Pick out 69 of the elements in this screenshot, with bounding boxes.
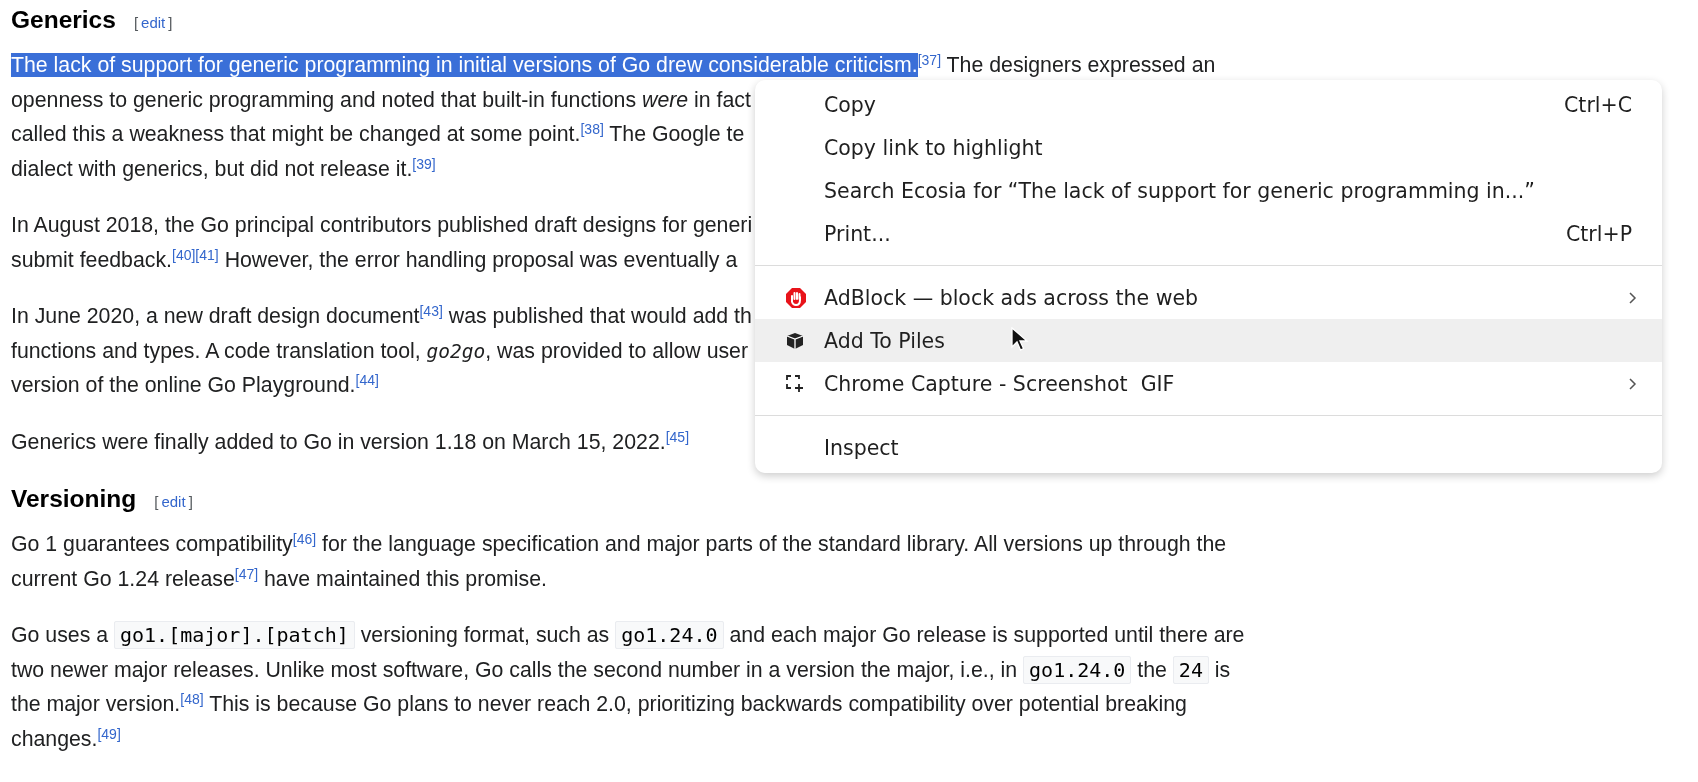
menu-item[interactable]: Add To Piles [755,319,1662,362]
citation-link[interactable]: [39] [412,155,436,172]
text: two newer major releases. Unlike most software, Go calls the second number in a version the major, i.e., in [11,657,1019,682]
menu-item[interactable]: AdBlock — block ads across the web [755,276,1662,319]
text: functions and types. A code translation tool, [11,338,422,363]
text: have maintained this promise. [263,566,547,591]
text: , was provided to allow user [485,338,749,363]
text: was published that would add th [447,304,752,328]
shortcut-text: Ctrl+C [1564,92,1632,117]
bracket: ] [168,14,173,31]
text: version of the online Go Playground. [11,373,356,397]
text: for the language specification and major parts of the standard library. All versions up through the [321,532,1227,556]
text: In August 2018, the Go principal contributors published draft designs for generi [11,213,753,237]
edit-link[interactable]: edit [161,493,186,510]
bracket: [ [133,14,139,31]
citation-link[interactable]: [43] [419,303,443,319]
text: the major version. [11,692,181,716]
text: the [1136,657,1168,682]
citation-link[interactable]: [40] [172,246,196,263]
text: current Go 1.24 release [11,566,235,591]
menu-item[interactable]: Copy Ctrl+C [755,83,1662,126]
text: dialect with generics, but did not release it. [11,156,413,181]
text: were [642,87,689,112]
selected-text: The lack of support for generic programming in initial versions of Go drew considerable criticism. [11,53,918,77]
citation-link[interactable]: [49] [97,725,121,742]
text: Go uses a [11,623,110,647]
stop-hand-icon [785,286,807,309]
text: submit feedback. [11,247,172,272]
citation-link[interactable]: [37] [917,52,942,68]
text: versioning format, such as [359,623,611,647]
citation-link[interactable]: [46] [292,531,317,547]
text: called this a weakness that might be changed at some point. [11,122,581,146]
edit-link[interactable]: edit [141,14,166,31]
text: Generics were finally added to Go in version 1.18 on March 15, 2022. [11,429,666,454]
text: The designers expressed an [945,53,1216,77]
inline-code: go1.24.0 [615,621,724,649]
text: is [1213,657,1231,682]
mouse-cursor-icon [1011,327,1029,353]
menu-item[interactable]: Search Ecosia for “The lack of support for generic programming in...” [755,169,1662,212]
capture-frame-icon [785,373,805,394]
inline-code: go1.[major].[patch] [114,621,355,649]
text: changes. [11,726,98,751]
citation-link[interactable]: [45] [665,428,690,445]
menu-item[interactable]: Copy link to highlight [755,126,1662,169]
citation-link[interactable]: [38] [580,121,604,137]
bracket: ] [188,493,193,510]
menu-item[interactable]: Inspect [755,426,1662,469]
citation-link[interactable]: [41] [195,246,219,263]
text: openness to generic programming and noted that built-in functions [11,87,638,112]
box-icon [785,330,805,351]
bracket: [ [154,493,159,510]
section-heading: Generics [11,6,116,34]
code-text: go2go [426,339,486,363]
inline-code: go1.24.0 [1023,655,1132,684]
citation-link[interactable]: [47] [234,565,259,582]
menu-item[interactable]: Print... Ctrl+P [755,212,1662,255]
menu-item[interactable]: Chrome Capture - Screenshot GIF [755,362,1662,405]
text: This is because Go plans to never reach 2.0, prioritizing backwards compatibility over potential breaking [208,692,1187,716]
inline-code: 24 [1172,655,1209,684]
text: In June 2020, a new draft design document [11,304,420,328]
text: and each major Go release is supported until there are [728,623,1245,647]
citation-link[interactable]: [48] [180,691,204,707]
citation-link[interactable]: [44] [355,372,379,388]
text: in fact [693,87,751,112]
shortcut-text: Ctrl+P [1566,221,1632,246]
text: However, the error handling proposal was eventually a [223,247,738,272]
text: The Google te [608,122,745,146]
text: Go 1 guarantees compatibility [11,532,293,556]
section-heading: Versioning [11,485,137,513]
